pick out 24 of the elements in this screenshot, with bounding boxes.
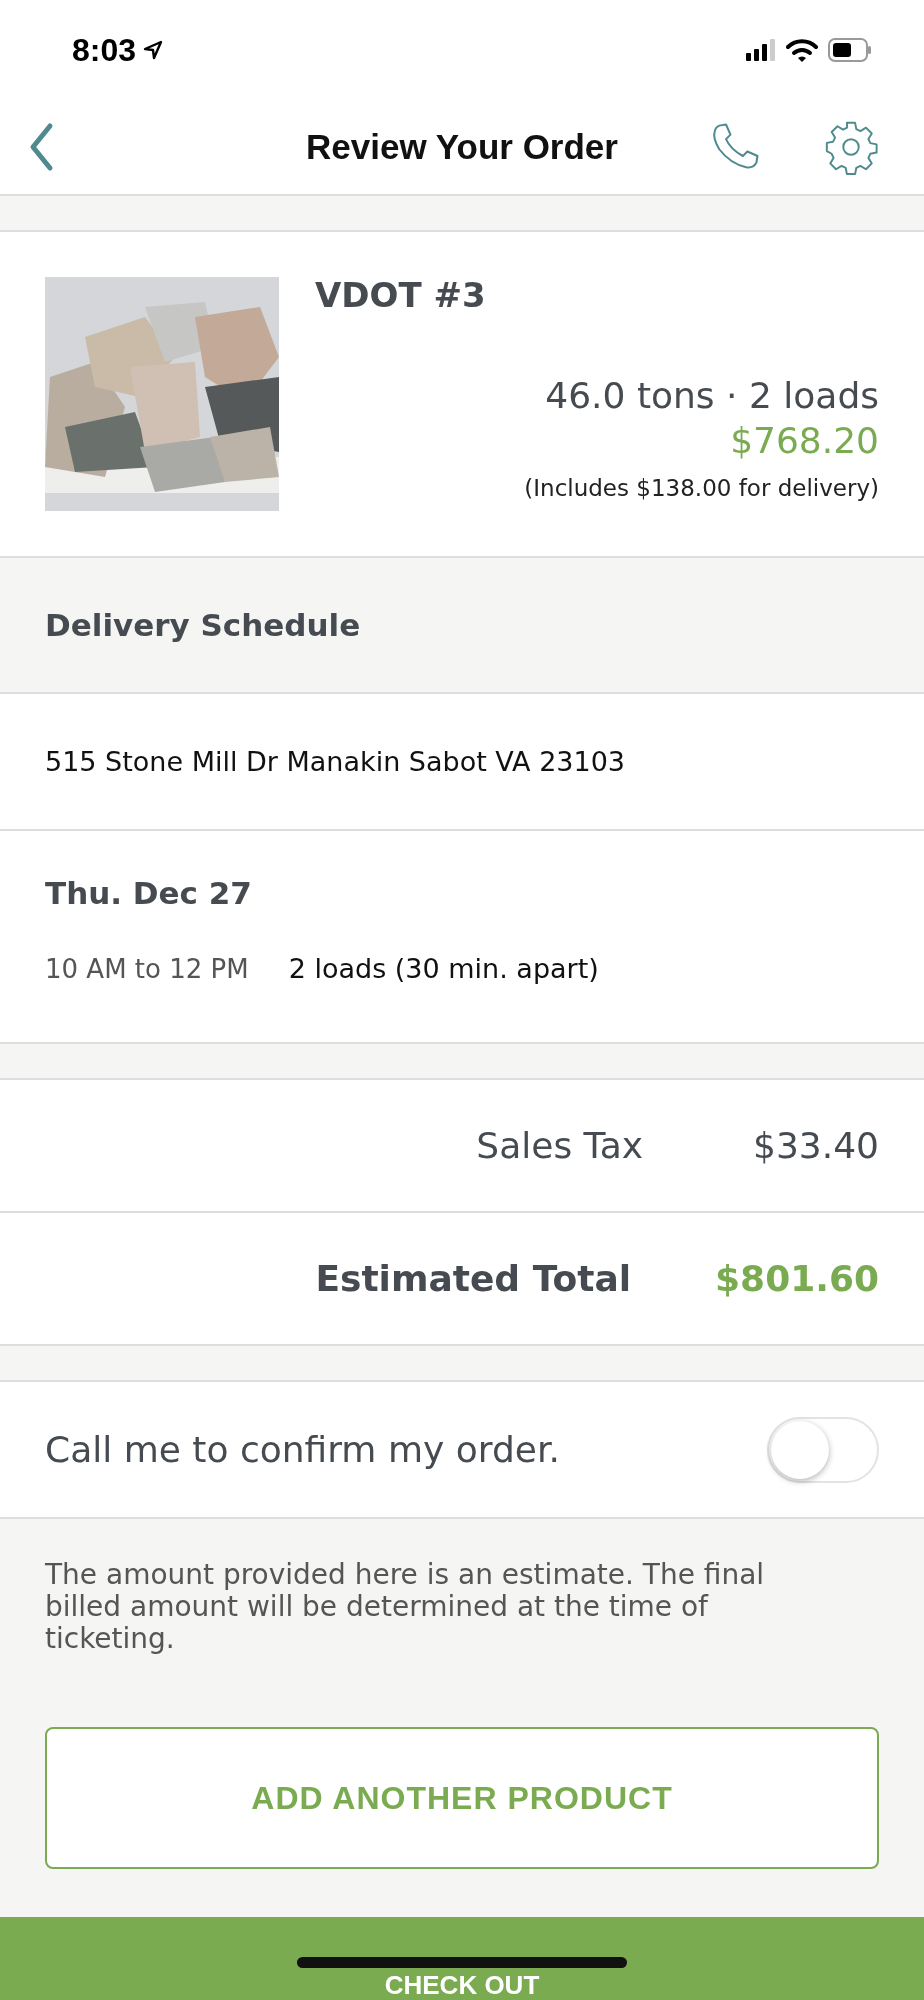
location-arrow-icon <box>142 39 165 61</box>
product-quantity: 46.0 tons · 2 loads <box>545 375 879 416</box>
delivery-date: Thu. Dec 27 <box>45 875 253 911</box>
wifi-icon <box>786 38 818 62</box>
add-product-button[interactable]: ADD ANOTHER PRODUCT <box>45 1727 879 1869</box>
page-title: Review Your Order <box>306 127 618 167</box>
delivery-fee-note: (Includes $138.00 for delivery) <box>524 475 879 501</box>
toggle-switch[interactable] <box>767 1416 879 1483</box>
summary-label: Estimated Total <box>315 1258 632 1299</box>
section-heading: Delivery Schedule <box>45 607 361 643</box>
load-info: 2 loads (30 min. apart) <box>288 953 599 984</box>
product-price: $768.20 <box>730 420 879 461</box>
time-window: 10 AM to 12 PM <box>45 954 249 984</box>
delivery-address: 515 Stone Mill Dr Manakin Sabot VA 23103 <box>45 746 626 777</box>
summary-label: Sales Tax <box>476 1125 644 1166</box>
summary-value: $33.40 <box>753 1125 879 1166</box>
checkout-button[interactable]: CHECK OUT <box>384 1970 540 2000</box>
disclaimer-text: The amount provided here is an estimate. The final billed amount will be determined at the time of ticketing. <box>45 1559 766 1655</box>
battery-icon <box>828 38 872 62</box>
signal-icon <box>746 39 776 61</box>
product-name: VDOT #3 <box>315 275 486 315</box>
summary-value: $801.60 <box>715 1258 879 1299</box>
confirm-call-label: Call me to confirm my order. <box>45 1429 560 1470</box>
status-time: 8:03 <box>72 31 137 69</box>
